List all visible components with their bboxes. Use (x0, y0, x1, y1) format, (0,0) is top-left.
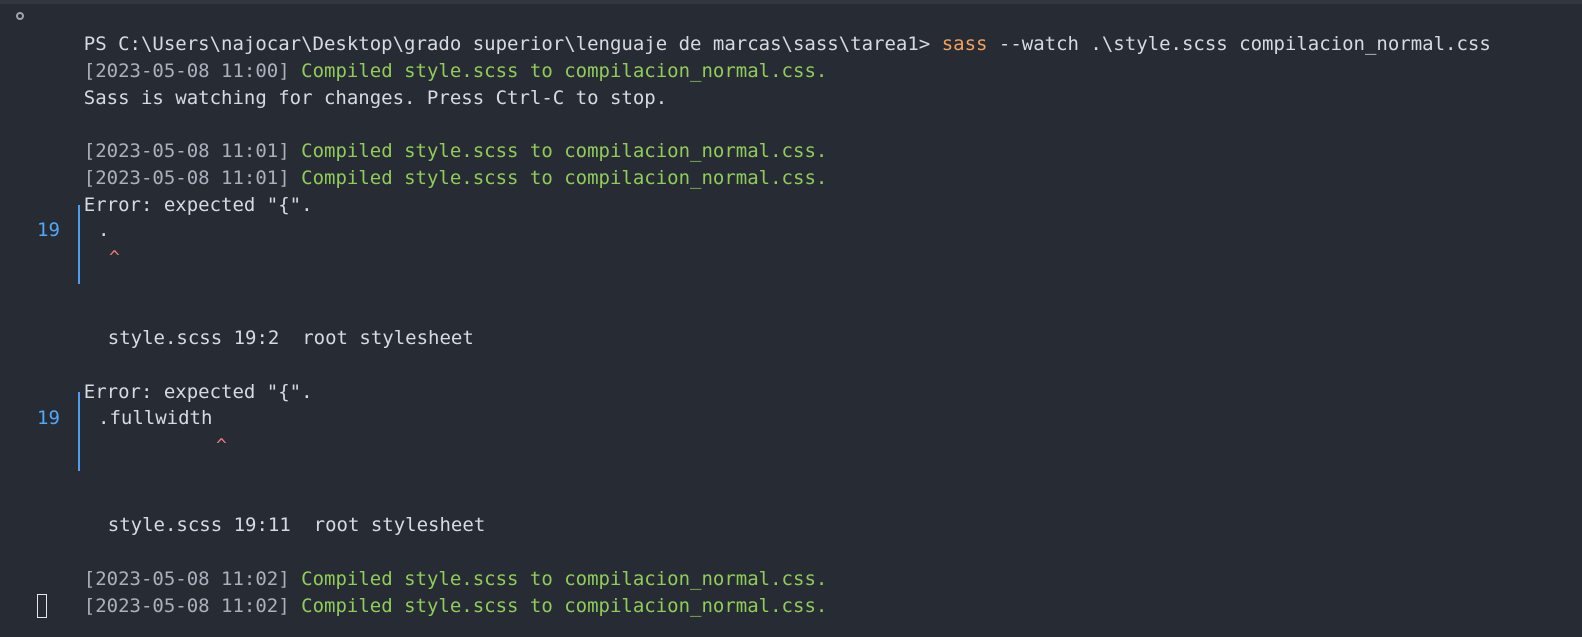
terminal-cursor[interactable] (37, 594, 47, 618)
timestamp: [2023-05-08 11:02] (83, 595, 290, 617)
error-gutter-bar (78, 205, 80, 284)
output-line: Sass is watching for changes. Press Ctrl… (38, 58, 667, 109)
error-code-snippet: .fullwidth (98, 407, 213, 429)
success-message: Compiled style.scss to compilacion_norma… (301, 595, 828, 617)
error-caret-marker: ^ (109, 247, 120, 268)
error-message: Error: expected "{". (83, 381, 313, 403)
error-line-number: 19 (37, 219, 60, 241)
success-message: Compiled style.scss to compilacion_norma… (301, 167, 828, 189)
error-location: style.scss 19:11 root stylesheet (107, 514, 486, 536)
error-message: Error: expected "{". (83, 194, 313, 216)
error-line-number: 19 (37, 407, 60, 429)
prompt-arguments: --watch .\style.scss compilacion_normal.… (998, 33, 1491, 55)
prompt-command: sass (941, 33, 988, 55)
watching-message: Sass is watching for changes. Press Ctrl… (83, 87, 668, 109)
output-line: [2023-05-08 11:00] Compiled style.scss t… (38, 31, 828, 82)
error-location: style.scss 19:2 root stylesheet (107, 327, 474, 349)
prompt-line: PS C:\Users\najocar\Desktop\grado superi… (38, 4, 1491, 55)
prompt-circle-icon (16, 12, 24, 20)
output-line: [2023-05-08 11:01] Compiled style.scss t… (38, 111, 828, 162)
error-gutter-bar (78, 392, 80, 471)
error-code-snippet: . (98, 219, 110, 241)
output-line: [2023-05-08 11:02] Compiled style.scss t… (38, 539, 828, 590)
output-line: [2023-05-08 11:02] Compiled style.scss t… (38, 566, 828, 617)
error-caret-marker: ^ (216, 435, 227, 456)
terminal-window[interactable]: PS C:\Users\najocar\Desktop\grado superi… (0, 0, 1582, 637)
output-line: [2023-05-08 11:01] Compiled style.scss t… (38, 138, 828, 189)
